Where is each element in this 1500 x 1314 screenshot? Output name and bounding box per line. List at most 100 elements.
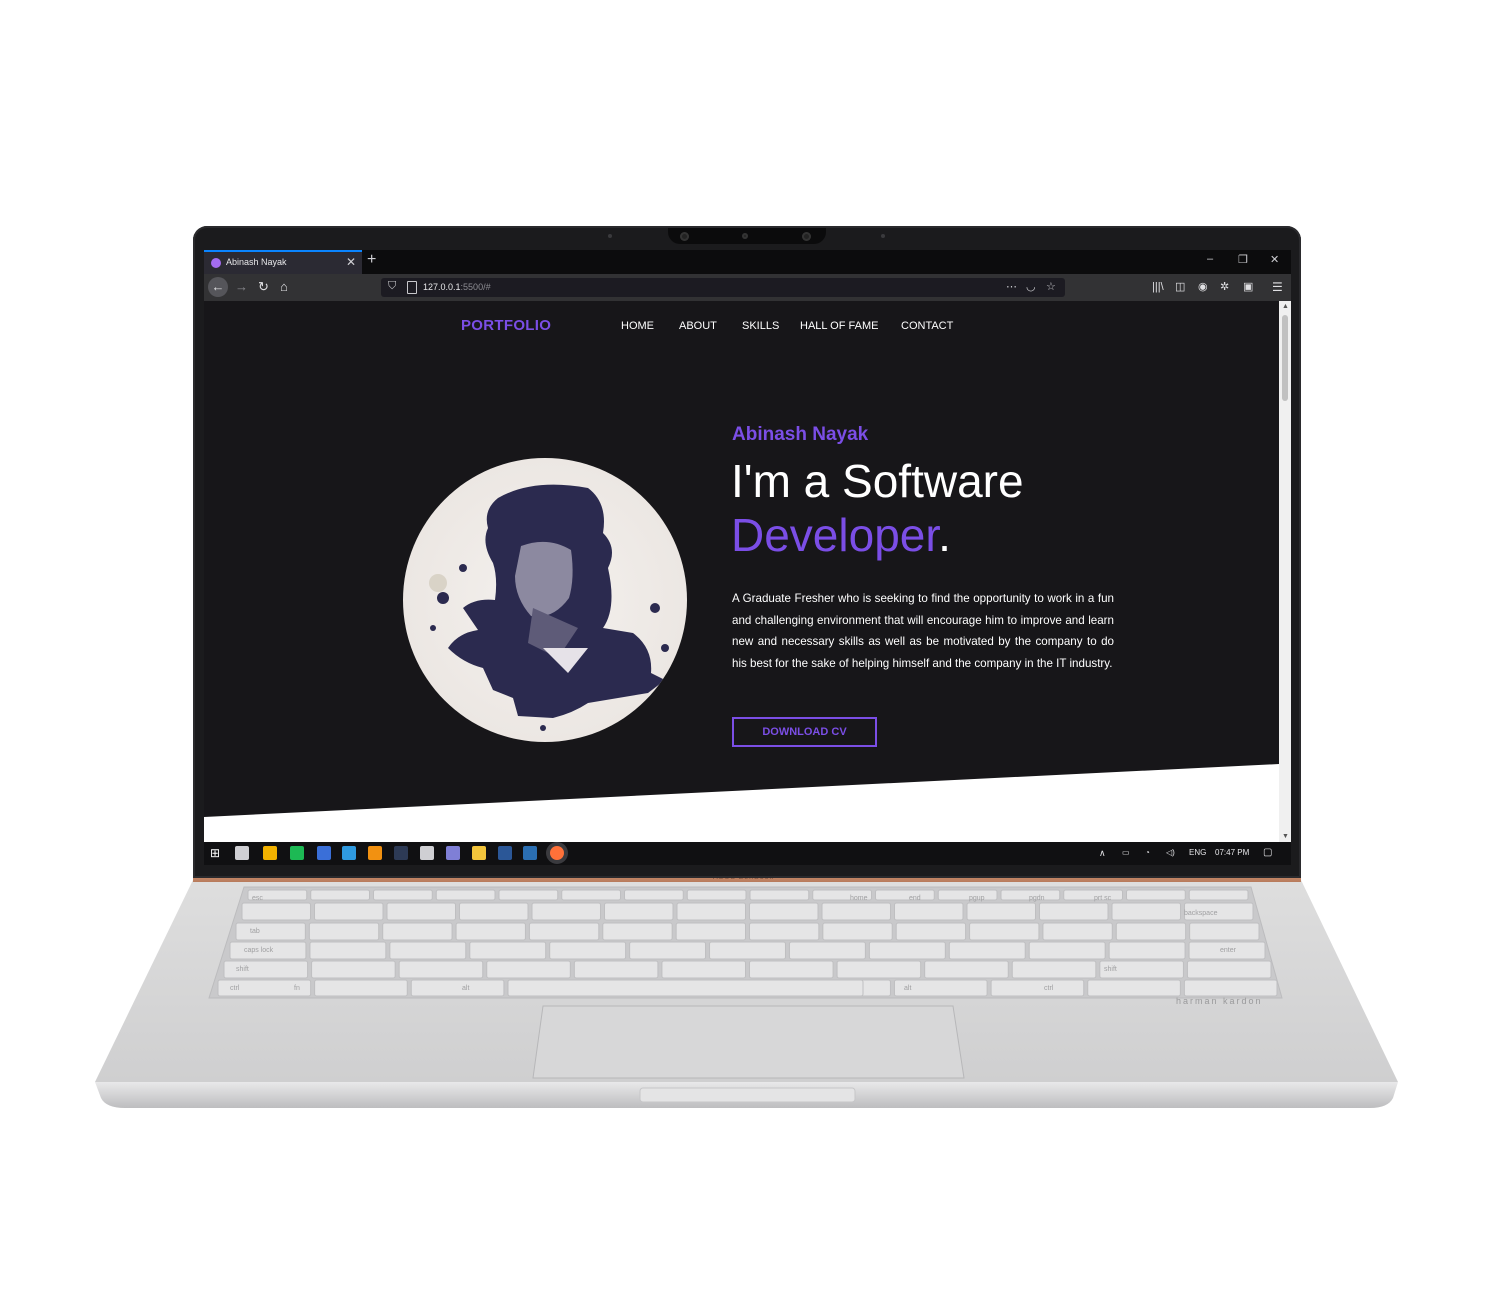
- keyboard-key: [629, 941, 707, 960]
- keyboard-key: [398, 960, 484, 979]
- extension-icon[interactable]: ✲: [1220, 279, 1229, 295]
- keyboard-key: [822, 922, 893, 941]
- keyboard-key: [624, 889, 684, 901]
- word-icon[interactable]: [498, 846, 512, 860]
- keyboard-key: [969, 922, 1040, 941]
- notification-icon[interactable]: ▢: [1263, 847, 1272, 858]
- keyboard-key: [948, 941, 1026, 960]
- space-bar: [507, 979, 864, 997]
- chrome-icon[interactable]: [263, 846, 277, 860]
- scroll-up-icon[interactable]: ▲: [1282, 303, 1289, 310]
- scroll-thumb[interactable]: [1282, 315, 1288, 401]
- page-actions-icon[interactable]: ⋯: [1006, 280, 1017, 293]
- shield-icon: ⛉: [388, 280, 397, 292]
- lid-sensor: [881, 234, 885, 238]
- keyboard-key: [1115, 922, 1187, 941]
- key-legend: pgup: [969, 895, 985, 902]
- keyboard-key: [311, 960, 396, 979]
- key-legend: ctrl: [1044, 985, 1054, 992]
- volume-icon[interactable]: ◁): [1166, 848, 1175, 857]
- keyboard-key: [498, 889, 559, 901]
- tab-title: Abinash Nayak: [226, 257, 287, 267]
- address-bar[interactable]: ⛉ 127.0.0.1:5500/# ⋯ ◡ ☆: [381, 278, 1065, 297]
- keyboard-key: [604, 902, 674, 921]
- keyboard-key: [241, 902, 311, 921]
- keyboard-key: [308, 922, 380, 941]
- close-tab-icon[interactable]: ✕: [346, 255, 356, 269]
- page-scrollbar[interactable]: ▲ ▼: [1279, 301, 1291, 842]
- nav-about[interactable]: ABOUT: [679, 320, 717, 332]
- nav-hall-of-fame[interactable]: HALL OF FAME: [800, 320, 878, 332]
- restore-button[interactable]: ❐: [1238, 253, 1248, 266]
- keyboard-key: [1188, 889, 1249, 901]
- scroll-down-icon[interactable]: ▼: [1282, 833, 1289, 840]
- battery-icon[interactable]: ▭: [1122, 848, 1130, 857]
- bookmark-star-icon[interactable]: ☆: [1046, 280, 1056, 293]
- key-legend: caps lock: [244, 947, 274, 954]
- pocket-icon[interactable]: ◡: [1026, 280, 1036, 293]
- app-icon[interactable]: [317, 846, 331, 860]
- profile-avatar: [403, 458, 687, 742]
- browser-tab[interactable]: Abinash Nayak ✕: [204, 250, 362, 274]
- keyboard-key: [1126, 889, 1186, 901]
- lid-sensor: [608, 234, 612, 238]
- keyboard-key: [373, 889, 433, 901]
- download-cv-button[interactable]: DOWNLOAD CV: [732, 717, 877, 747]
- keyboard-key: [455, 922, 526, 941]
- account-icon[interactable]: ◉: [1198, 279, 1208, 295]
- minimize-button[interactable]: –: [1207, 253, 1213, 265]
- library-icon[interactable]: |||\: [1152, 279, 1164, 295]
- keyboard-key: [1011, 960, 1097, 979]
- vscode-icon[interactable]: [342, 846, 356, 860]
- discord-icon[interactable]: [446, 846, 460, 860]
- task-view-icon[interactable]: [235, 846, 249, 860]
- clock[interactable]: 07:47 PM: [1215, 848, 1249, 857]
- hero-description: A Graduate Fresher who is seeking to fin…: [732, 592, 1114, 670]
- nav-contact[interactable]: CONTACT: [901, 320, 953, 332]
- nav-skills[interactable]: SKILLS: [742, 320, 779, 332]
- keyboard-key: [469, 941, 547, 960]
- extension-icon[interactable]: ▣: [1243, 279, 1253, 295]
- new-tab-button[interactable]: +: [367, 251, 376, 269]
- close-window-button[interactable]: ✕: [1270, 253, 1279, 266]
- keyboard-key: [410, 979, 505, 997]
- keyboard-key: [875, 889, 935, 901]
- firefox-icon[interactable]: [550, 846, 564, 860]
- site-logo[interactable]: PORTFOLIO: [461, 317, 551, 334]
- home-button[interactable]: ⌂: [280, 279, 288, 295]
- nav-home[interactable]: HOME: [621, 320, 654, 332]
- file-explorer-icon[interactable]: [472, 846, 486, 860]
- reload-button[interactable]: ↻: [258, 279, 269, 295]
- keyboard-key: [1183, 979, 1278, 997]
- spotify-icon[interactable]: [290, 846, 304, 860]
- app-icon[interactable]: [420, 846, 434, 860]
- menu-icon[interactable]: ☰: [1272, 279, 1283, 295]
- back-button[interactable]: ←: [208, 277, 228, 297]
- keyboard-key: [709, 941, 786, 960]
- forward-button[interactable]: →: [235, 279, 248, 295]
- keyboard-key: [459, 902, 529, 921]
- keyboard-key: [310, 889, 370, 901]
- keyboard-key: [382, 922, 453, 941]
- language-indicator[interactable]: ENG: [1189, 848, 1206, 857]
- keyboard-key: [435, 889, 496, 901]
- sidebar-icon[interactable]: ◫: [1175, 279, 1185, 295]
- keyboard-key: [1108, 941, 1186, 960]
- sublime-icon[interactable]: [368, 846, 382, 860]
- keyboard-key: [1186, 960, 1272, 979]
- keyboard-key: [924, 960, 1009, 979]
- keyboard-key: [686, 889, 747, 901]
- photoshop-icon[interactable]: [523, 846, 537, 860]
- tray-chevron-icon[interactable]: ∧: [1099, 848, 1106, 859]
- keyboard-key: [990, 979, 1085, 997]
- terminal-icon[interactable]: [394, 846, 408, 860]
- section-divider: [204, 764, 1279, 842]
- keyboard-key: [1028, 941, 1106, 960]
- keyboard-key: [309, 941, 387, 960]
- wifi-icon[interactable]: ◔: [1145, 848, 1150, 857]
- windows-start-icon[interactable]: ⊞: [210, 846, 224, 860]
- windows-taskbar: ⊞ ∧ ▭ ◔ ◁) ENG 07:47 PM ▢: [204, 842, 1291, 865]
- webpage: PORTFOLIO HOME ABOUT SKILLS HALL OF FAME…: [204, 301, 1279, 842]
- key-legend: pgdn: [1029, 895, 1045, 902]
- key-legend: ctrl: [230, 985, 240, 992]
